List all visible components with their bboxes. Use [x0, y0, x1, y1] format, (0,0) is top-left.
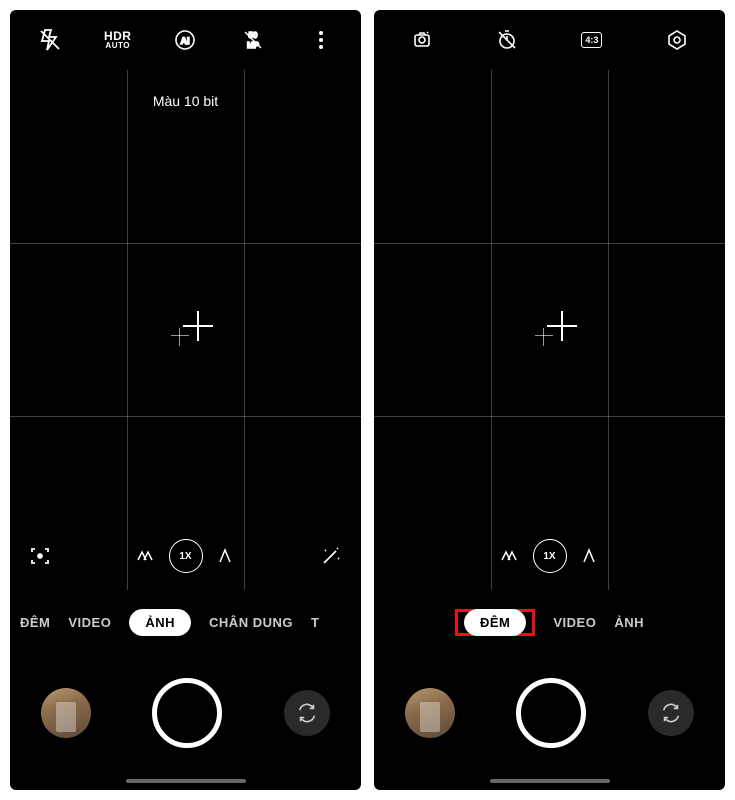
hdr-sublabel: AUTO: [105, 42, 130, 50]
zoom-level-label: 1X: [179, 551, 191, 562]
flash-off-icon[interactable]: [30, 20, 70, 60]
level-crosshair-icon: [525, 305, 575, 355]
zoom-out-wide-icon[interactable]: [499, 544, 523, 568]
hdr-auto-toggle[interactable]: HDR AUTO: [98, 20, 138, 60]
color-depth-label: Màu 10 bit: [153, 93, 218, 109]
timer-off-icon[interactable]: [487, 20, 527, 60]
aspect-ratio-icon[interactable]: 4:3: [572, 20, 612, 60]
switch-camera-button[interactable]: [284, 690, 330, 736]
gallery-thumbnail[interactable]: [405, 688, 455, 738]
mode-selector[interactable]: ĐÊM VIDEO ẢNH: [374, 590, 725, 654]
capture-controls: [10, 654, 361, 772]
viewfinder-bottom-tools: 1X: [10, 532, 361, 580]
gallery-thumbnail[interactable]: [41, 688, 91, 738]
mode-photo[interactable]: ẢNH: [129, 609, 191, 636]
zoom-out-wide-icon[interactable]: [135, 544, 159, 568]
google-lens-icon[interactable]: [28, 544, 52, 568]
camera-screen-photo-mode: HDR AUTO AI 50MP Màu 10 bit: [10, 10, 361, 790]
shutter-button[interactable]: [152, 678, 222, 748]
beauty-icon[interactable]: [402, 20, 442, 60]
zoom-level-button[interactable]: 1X: [169, 539, 203, 573]
mode-night[interactable]: ĐÊM: [464, 609, 526, 636]
svg-text:50: 50: [249, 31, 258, 40]
camera-screen-night-mode: 4:3 1X Đ: [374, 10, 725, 790]
top-toolbar: HDR AUTO AI 50MP: [10, 10, 361, 70]
mode-night[interactable]: ĐÊM: [20, 615, 50, 630]
aspect-ratio-label: 4:3: [581, 32, 602, 48]
filters-magic-icon[interactable]: [319, 544, 343, 568]
viewfinder-bottom-tools: 1X: [374, 532, 725, 580]
level-crosshair-icon: [161, 305, 211, 355]
nav-bar[interactable]: [374, 772, 725, 790]
capture-controls: [374, 654, 725, 772]
more-options-icon[interactable]: [301, 20, 341, 60]
viewfinder[interactable]: Màu 10 bit 1X: [10, 70, 361, 590]
zoom-level-button[interactable]: 1X: [533, 539, 567, 573]
ai-mode-icon[interactable]: AI: [165, 20, 205, 60]
mode-photo[interactable]: ẢNH: [614, 615, 644, 630]
zoom-level-label: 1X: [543, 551, 555, 562]
viewfinder[interactable]: 1X: [374, 70, 725, 590]
mode-portrait[interactable]: CHÂN DUNG: [209, 615, 293, 630]
switch-camera-button[interactable]: [648, 690, 694, 736]
svg-text:AI: AI: [181, 36, 190, 46]
nav-bar[interactable]: [10, 772, 361, 790]
zoom-in-tele-icon[interactable]: [577, 544, 601, 568]
mode-video[interactable]: VIDEO: [68, 615, 111, 630]
raw-50mp-icon[interactable]: 50MP: [233, 20, 273, 60]
top-toolbar: 4:3: [374, 10, 725, 70]
mode-truncated[interactable]: T: [311, 615, 319, 630]
highlighted-night-mode: ĐÊM: [455, 609, 535, 636]
zoom-in-tele-icon[interactable]: [213, 544, 237, 568]
mode-selector[interactable]: ĐÊM VIDEO ẢNH CHÂN DUNG T: [10, 590, 361, 654]
settings-icon[interactable]: [657, 20, 697, 60]
shutter-button[interactable]: [516, 678, 586, 748]
mode-video[interactable]: VIDEO: [553, 615, 596, 630]
